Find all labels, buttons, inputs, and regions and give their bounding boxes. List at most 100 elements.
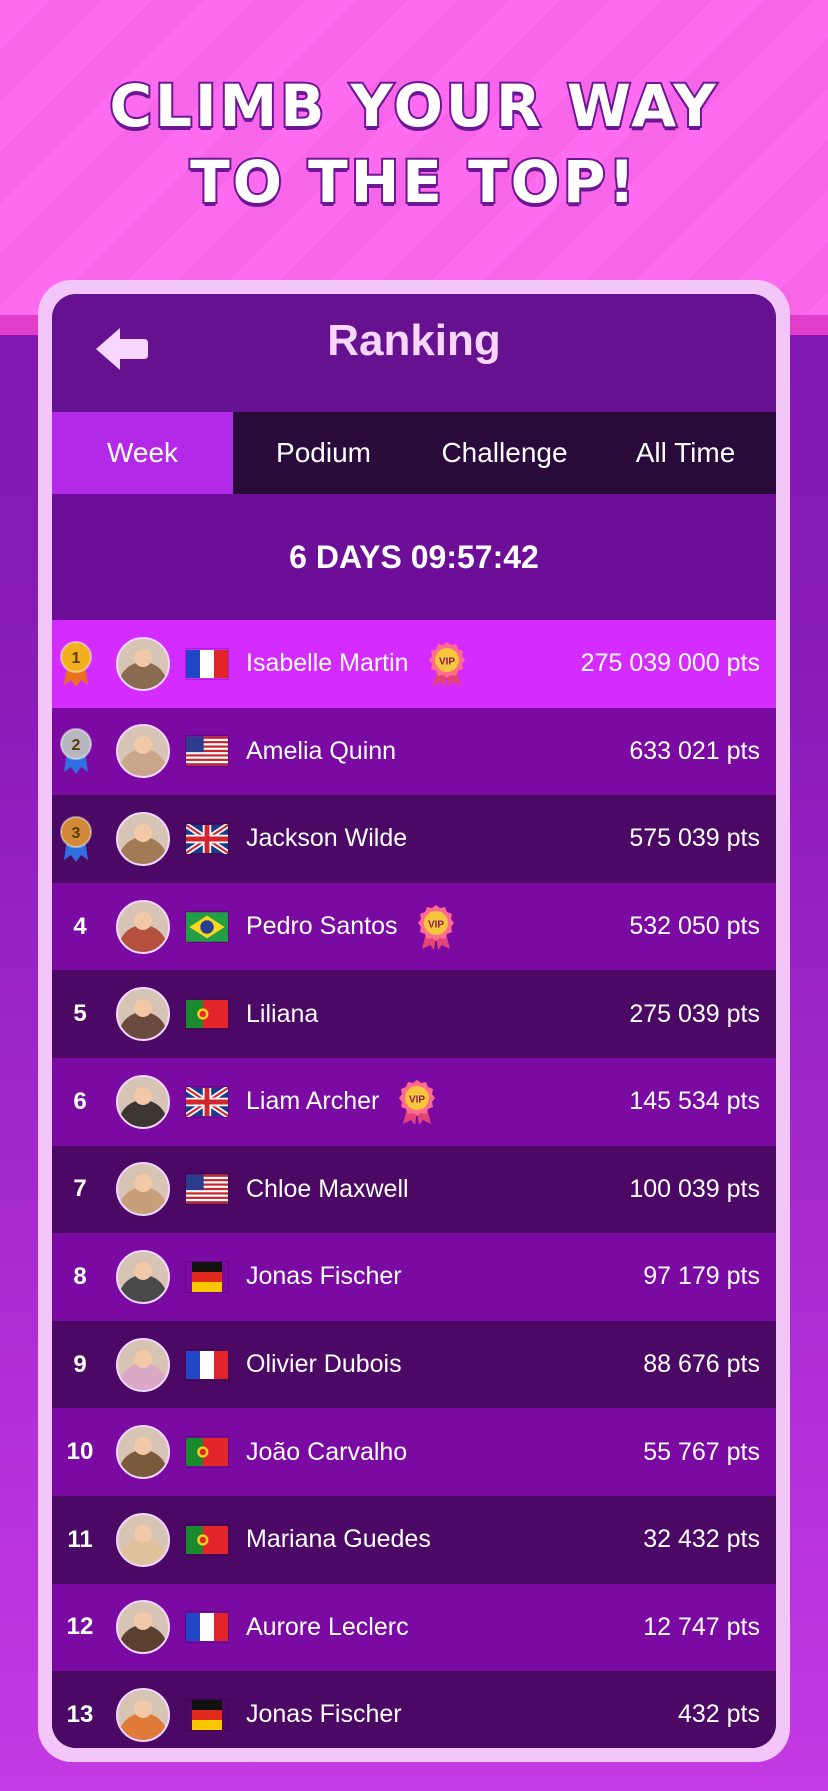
rank-number: 10 <box>66 1438 94 1466</box>
tab-bar: Week Podium Challenge All Time <box>52 412 776 494</box>
rank-number: 9 <box>73 1350 87 1378</box>
leaderboard-row[interactable]: 6 Liam Archer VIP 145 534 pts <box>52 1057 776 1146</box>
avatar[interactable] <box>116 811 170 866</box>
svg-text:2: 2 <box>72 737 81 754</box>
gold-medal-icon: 1 <box>56 639 104 689</box>
player-points: 275 039 pts <box>629 999 760 1028</box>
svg-text:VIP: VIP <box>439 656 455 667</box>
flag-pt-icon <box>186 1437 228 1467</box>
player-name: Jonas Fischer <box>246 1262 402 1291</box>
vip-badge-icon: VIP <box>427 640 467 688</box>
tab-podium[interactable]: Podium <box>233 412 414 494</box>
player-points: 145 534 pts <box>629 1087 760 1116</box>
leaderboard-row[interactable]: 13 Jonas Fischer 432 pts <box>52 1671 776 1748</box>
vip-badge-icon: VIP <box>397 1078 437 1126</box>
player-points: 88 676 pts <box>643 1350 760 1379</box>
player-name: Jonas Fischer <box>246 1700 402 1729</box>
avatar[interactable] <box>116 1687 170 1742</box>
leaderboard-row[interactable]: 12 Aurore Leclerc 12 747 pts <box>52 1583 776 1672</box>
countdown-timer: 6 DAYS 09:57:42 <box>52 494 776 620</box>
tab-week[interactable]: Week <box>52 412 233 494</box>
player-name: Pedro Santos <box>246 912 398 941</box>
leaderboard-row[interactable]: 1 Isabelle Martin VIP 275 039 000 pts <box>52 620 776 708</box>
page-title: Ranking <box>327 316 501 365</box>
avatar[interactable] <box>116 899 170 954</box>
avatar[interactable] <box>116 724 170 779</box>
leaderboard-row[interactable]: 10 João Carvalho 55 767 pts <box>52 1408 776 1496</box>
bronze-medal-icon: 3 <box>56 814 104 864</box>
avatar[interactable] <box>116 1249 170 1304</box>
rank-number: 8 <box>73 1262 87 1290</box>
player-points: 575 039 pts <box>629 824 760 853</box>
rank-number: 5 <box>73 1000 87 1028</box>
player-name: Isabelle Martin <box>246 649 409 678</box>
player-points: 12 747 pts <box>643 1612 760 1641</box>
flag-gb-icon <box>186 1086 228 1117</box>
rank-number: 7 <box>73 1175 87 1203</box>
flag-gb-icon <box>186 823 228 854</box>
svg-text:3: 3 <box>72 825 81 842</box>
flag-br-icon <box>186 911 228 942</box>
rank-number: 11 <box>67 1525 93 1553</box>
headline-line-2: TO THE TOP! <box>188 146 638 218</box>
player-points: 55 767 pts <box>643 1437 760 1466</box>
svg-text:VIP: VIP <box>409 1094 425 1105</box>
flag-pt-icon <box>186 1525 228 1555</box>
leaderboard-row[interactable]: 4 Pedro Santos VIP 532 050 pts <box>52 882 776 971</box>
avatar[interactable] <box>116 1600 170 1655</box>
avatar[interactable] <box>116 1162 170 1217</box>
rank-number: 12 <box>66 1613 94 1641</box>
player-points: 97 179 pts <box>643 1262 760 1291</box>
ranking-card: Ranking Week Podium Challenge All Time 6… <box>38 280 790 1762</box>
flag-us-icon <box>186 1174 228 1204</box>
headline: CLIMB YOUR WAY TO THE TOP! <box>0 68 828 220</box>
player-name: Olivier Dubois <box>246 1350 402 1379</box>
svg-text:VIP: VIP <box>427 919 443 930</box>
leaderboard-row[interactable]: 2 Amelia Quinn 633 021 pts <box>52 707 776 796</box>
tab-challenge[interactable]: Challenge <box>414 412 595 494</box>
rank-number: 4 <box>73 912 87 940</box>
avatar[interactable] <box>116 1512 170 1567</box>
avatar[interactable] <box>116 1337 170 1392</box>
player-points: 532 050 pts <box>629 912 760 941</box>
flag-de-icon <box>186 1261 228 1292</box>
leaderboard-row[interactable]: 5 Liliana 275 039 pts <box>52 970 776 1058</box>
leaderboard-row[interactable]: 3 Jackson Wilde 575 039 pts <box>52 795 776 883</box>
flag-fr-icon <box>186 1612 228 1642</box>
rank-number: 6 <box>73 1087 87 1115</box>
leaderboard-row[interactable]: 11 Mariana Guedes 32 432 pts <box>52 1495 776 1584</box>
player-points: 100 039 pts <box>629 1174 760 1203</box>
headline-line-1: CLIMB YOUR WAY <box>107 70 719 142</box>
vip-badge-icon: VIP <box>416 903 456 951</box>
svg-text:1: 1 <box>72 650 81 667</box>
flag-fr-icon <box>186 649 228 679</box>
avatar[interactable] <box>116 636 170 691</box>
avatar[interactable] <box>116 1074 170 1129</box>
silver-medal-icon: 2 <box>56 726 104 776</box>
title-bar: Ranking <box>52 294 776 412</box>
flag-pt-icon <box>186 999 228 1029</box>
leaderboard-list: 1 Isabelle Martin VIP 275 039 000 pts 2 … <box>52 620 776 1748</box>
player-name: Aurore Leclerc <box>246 1612 409 1641</box>
avatar[interactable] <box>116 1425 170 1480</box>
tab-all-time[interactable]: All Time <box>595 412 776 494</box>
player-points: 633 021 pts <box>629 736 760 765</box>
flag-de-icon <box>186 1699 228 1730</box>
avatar[interactable] <box>116 987 170 1042</box>
flag-us-icon <box>186 736 228 766</box>
player-name: Jackson Wilde <box>246 824 408 853</box>
player-name: Liam Archer <box>246 1087 380 1116</box>
leaderboard-row[interactable]: 9 Olivier Dubois 88 676 pts <box>52 1320 776 1409</box>
player-points: 32 432 pts <box>643 1525 760 1554</box>
leaderboard-row[interactable]: 7 Chloe Maxwell 100 039 pts <box>52 1145 776 1234</box>
rank-number: 13 <box>66 1700 94 1728</box>
ranking-panel: Ranking Week Podium Challenge All Time 6… <box>52 294 776 1748</box>
flag-fr-icon <box>186 1350 228 1380</box>
player-points: 275 039 000 pts <box>580 649 760 678</box>
player-points: 432 pts <box>677 1700 760 1729</box>
player-name: João Carvalho <box>246 1437 408 1466</box>
player-name: Liliana <box>246 999 319 1028</box>
leaderboard-row[interactable]: 8 Jonas Fischer 97 179 pts <box>52 1233 776 1321</box>
player-name: Mariana Guedes <box>246 1525 431 1554</box>
player-name: Chloe Maxwell <box>246 1174 409 1203</box>
